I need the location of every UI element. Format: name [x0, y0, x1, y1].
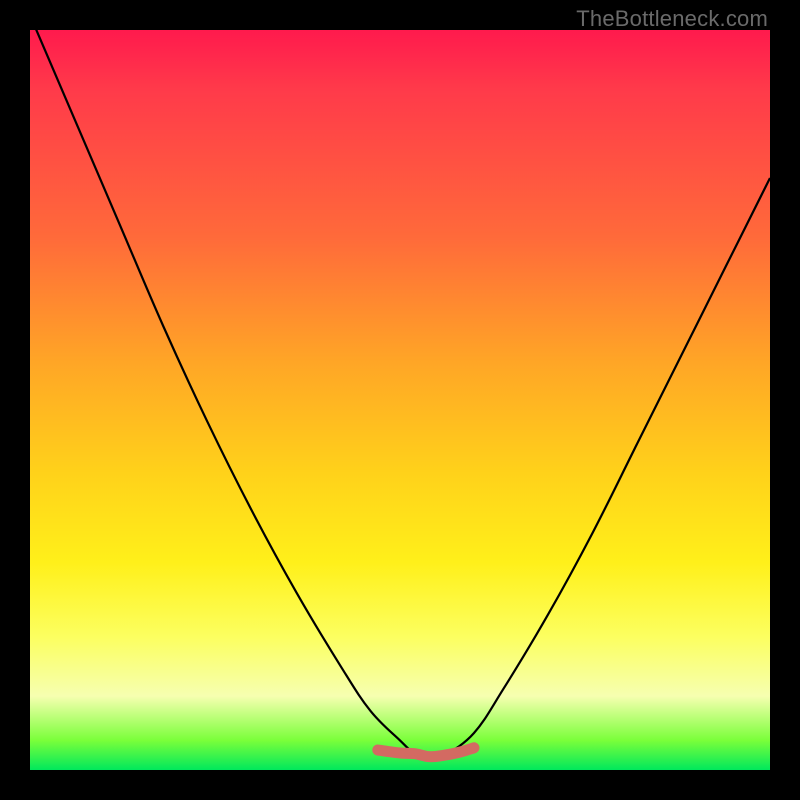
highlight-band [378, 748, 474, 757]
bottleneck-curve [30, 15, 770, 758]
chart-plot-area [30, 30, 770, 770]
chart-svg [30, 30, 770, 770]
watermark-text: TheBottleneck.com [576, 6, 768, 32]
chart-frame: TheBottleneck.com [0, 0, 800, 800]
